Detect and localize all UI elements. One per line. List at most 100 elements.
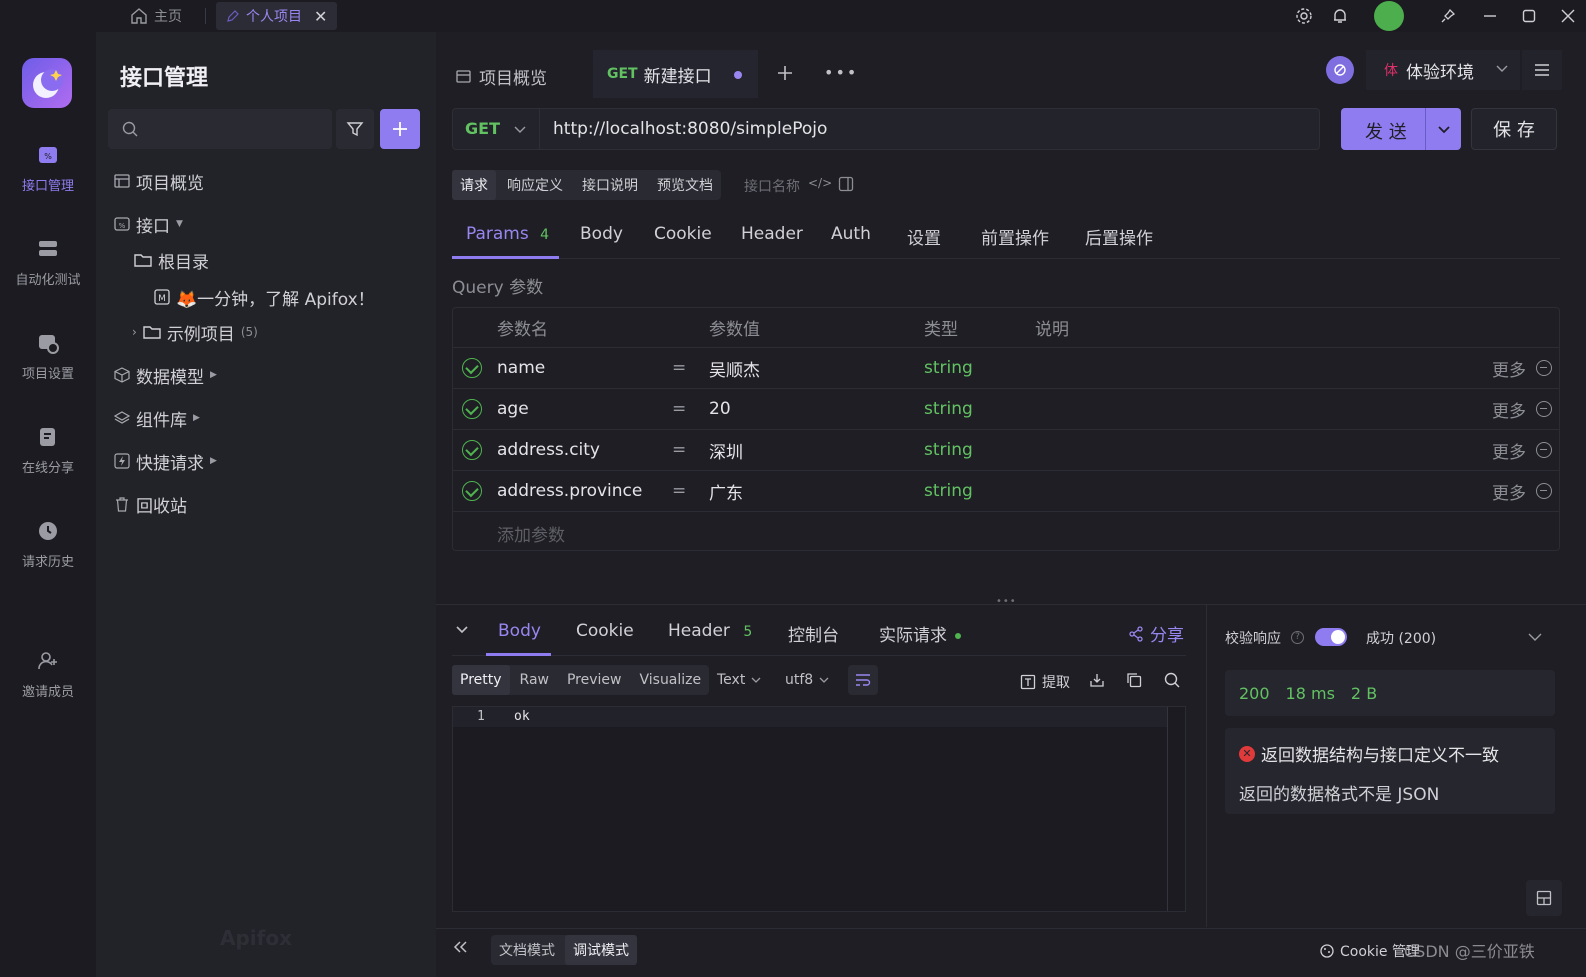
more-tabs-icon[interactable]: •••: [824, 63, 858, 82]
param-type[interactable]: string: [924, 481, 973, 501]
remove-param-icon[interactable]: [1536, 401, 1552, 417]
rail-item-share[interactable]: 在线分享: [0, 414, 96, 486]
response-tab-body[interactable]: Body: [498, 621, 541, 641]
format-raw[interactable]: Raw: [512, 665, 557, 695]
tab-project-overview[interactable]: 项目概览: [456, 64, 547, 89]
mode-tab-request[interactable]: 请求: [452, 170, 496, 200]
rail-item-invite[interactable]: 邀请成员: [0, 638, 96, 710]
checkbox-checked-icon[interactable]: [462, 440, 482, 460]
wrap-lines-icon[interactable]: [848, 665, 878, 695]
param-tab-post-ops[interactable]: 后置操作: [1085, 224, 1153, 249]
save-button[interactable]: 保 存: [1471, 108, 1557, 150]
send-dropdown-icon[interactable]: [1437, 122, 1451, 136]
caret-right-icon[interactable]: ▶: [210, 370, 217, 380]
tab-personal-project[interactable]: 个人项目 ✕: [216, 2, 338, 30]
settings-gear-icon[interactable]: [1292, 4, 1316, 28]
response-tab-cookie[interactable]: Cookie: [576, 621, 634, 641]
pin-icon[interactable]: [1436, 4, 1460, 28]
collapse-sidebar-icon[interactable]: [452, 940, 468, 954]
tree-item-api[interactable]: % 接口 ▼: [114, 207, 183, 241]
doc-mode-button[interactable]: 文档模式: [491, 935, 563, 965]
param-value[interactable]: 吴顺杰: [709, 356, 760, 381]
format-pretty[interactable]: Pretty: [452, 665, 510, 695]
tree-item-overview[interactable]: 项目概览: [114, 164, 204, 198]
rail-item-automation[interactable]: 自动化测试: [0, 226, 96, 298]
tree-item-example-project[interactable]: › 示例项目 (5): [132, 315, 258, 349]
param-value[interactable]: 广东: [709, 479, 743, 504]
param-type[interactable]: string: [924, 358, 973, 378]
sync-icon[interactable]: [1326, 56, 1354, 84]
mode-tab-preview[interactable]: 预览文档: [649, 170, 721, 200]
share-button[interactable]: 分享: [1128, 621, 1184, 646]
rail-item-history[interactable]: 请求历史: [0, 508, 96, 580]
param-name[interactable]: age: [497, 399, 529, 419]
param-more-button[interactable]: 更多: [1492, 438, 1526, 463]
search-icon[interactable]: [1164, 672, 1180, 688]
tree-item-intro-doc[interactable]: M 🦊一分钟，了解 Apifox！: [154, 280, 375, 314]
tree-item-trash[interactable]: 回收站: [114, 487, 187, 521]
param-name[interactable]: address.province: [497, 481, 642, 501]
caret-down-icon[interactable]: ▼: [176, 219, 183, 229]
filter-button[interactable]: [336, 109, 374, 149]
download-icon[interactable]: [1089, 672, 1105, 688]
tree-search-input[interactable]: [108, 109, 332, 149]
collapse-response-icon[interactable]: [455, 622, 469, 636]
layout-toggle-icon[interactable]: [1526, 880, 1562, 916]
menu-icon[interactable]: [1522, 50, 1562, 90]
add-tab-plus-icon[interactable]: [776, 64, 794, 82]
method-select[interactable]: GET: [465, 119, 526, 138]
param-more-button[interactable]: 更多: [1492, 479, 1526, 504]
api-name-input[interactable]: 接口名称: [744, 176, 800, 196]
remove-param-icon[interactable]: [1536, 442, 1552, 458]
remove-param-icon[interactable]: [1536, 360, 1552, 376]
response-body-editor[interactable]: 1 ok: [452, 706, 1186, 912]
caret-right-icon[interactable]: ▶: [210, 456, 217, 466]
panel-toggle-icon[interactable]: [838, 176, 854, 192]
param-value[interactable]: 20: [709, 399, 731, 419]
add-button[interactable]: [380, 109, 420, 149]
param-value[interactable]: 深圳: [709, 438, 743, 463]
param-tab-header[interactable]: Header: [741, 224, 803, 244]
editor-scrollbar[interactable]: [1167, 707, 1168, 911]
env-select[interactable]: 体 体验环境: [1366, 50, 1520, 90]
tab-new-api[interactable]: GET 新建接口: [593, 50, 758, 98]
response-tab-actual-request[interactable]: 实际请求: [879, 621, 962, 646]
param-more-button[interactable]: 更多: [1492, 397, 1526, 422]
param-tab-params[interactable]: Params 4: [466, 224, 549, 244]
param-type[interactable]: string: [924, 440, 973, 460]
response-tab-console[interactable]: 控制台: [788, 621, 839, 646]
avatar[interactable]: [1374, 1, 1404, 31]
window-close-icon[interactable]: [1556, 4, 1580, 28]
tree-item-data-model[interactable]: 数据模型 ▶: [114, 358, 217, 392]
text-type-select[interactable]: Text: [717, 672, 761, 688]
tree-item-root[interactable]: 根目录: [134, 243, 209, 277]
tree-item-components[interactable]: 组件库 ▶: [114, 401, 200, 435]
param-name[interactable]: name: [497, 358, 545, 378]
chevron-down-icon[interactable]: [1528, 631, 1542, 643]
url-input[interactable]: http://localhost:8080/simplePojo: [553, 119, 827, 139]
mode-tab-response-def[interactable]: 响应定义: [499, 170, 571, 200]
status-select[interactable]: 成功 (200): [1366, 628, 1436, 648]
validate-toggle[interactable]: [1315, 628, 1347, 646]
tree-item-quick-request[interactable]: 快捷请求 ▶: [114, 444, 217, 478]
response-tab-header[interactable]: Header 5: [668, 621, 752, 641]
minimize-icon[interactable]: [1478, 4, 1502, 28]
checkbox-checked-icon[interactable]: [462, 481, 482, 501]
bell-icon[interactable]: [1328, 4, 1352, 28]
splitter-handle-icon[interactable]: •••: [996, 596, 1017, 607]
remove-param-icon[interactable]: [1536, 483, 1552, 499]
param-more-button[interactable]: 更多: [1492, 356, 1526, 381]
tab-home[interactable]: 主页: [120, 2, 192, 30]
maximize-icon[interactable]: [1517, 4, 1541, 28]
format-preview[interactable]: Preview: [559, 665, 630, 695]
checkbox-checked-icon[interactable]: [462, 358, 482, 378]
code-icon[interactable]: </>: [808, 176, 832, 190]
param-tab-body[interactable]: Body: [580, 224, 623, 244]
format-visualize[interactable]: Visualize: [631, 665, 709, 695]
caret-right-icon[interactable]: ▶: [193, 413, 200, 423]
param-tab-auth[interactable]: Auth: [831, 224, 871, 244]
param-type[interactable]: string: [924, 399, 973, 419]
mode-tab-description[interactable]: 接口说明: [574, 170, 646, 200]
param-tab-cookie[interactable]: Cookie: [654, 224, 712, 244]
copy-icon[interactable]: [1126, 672, 1142, 688]
